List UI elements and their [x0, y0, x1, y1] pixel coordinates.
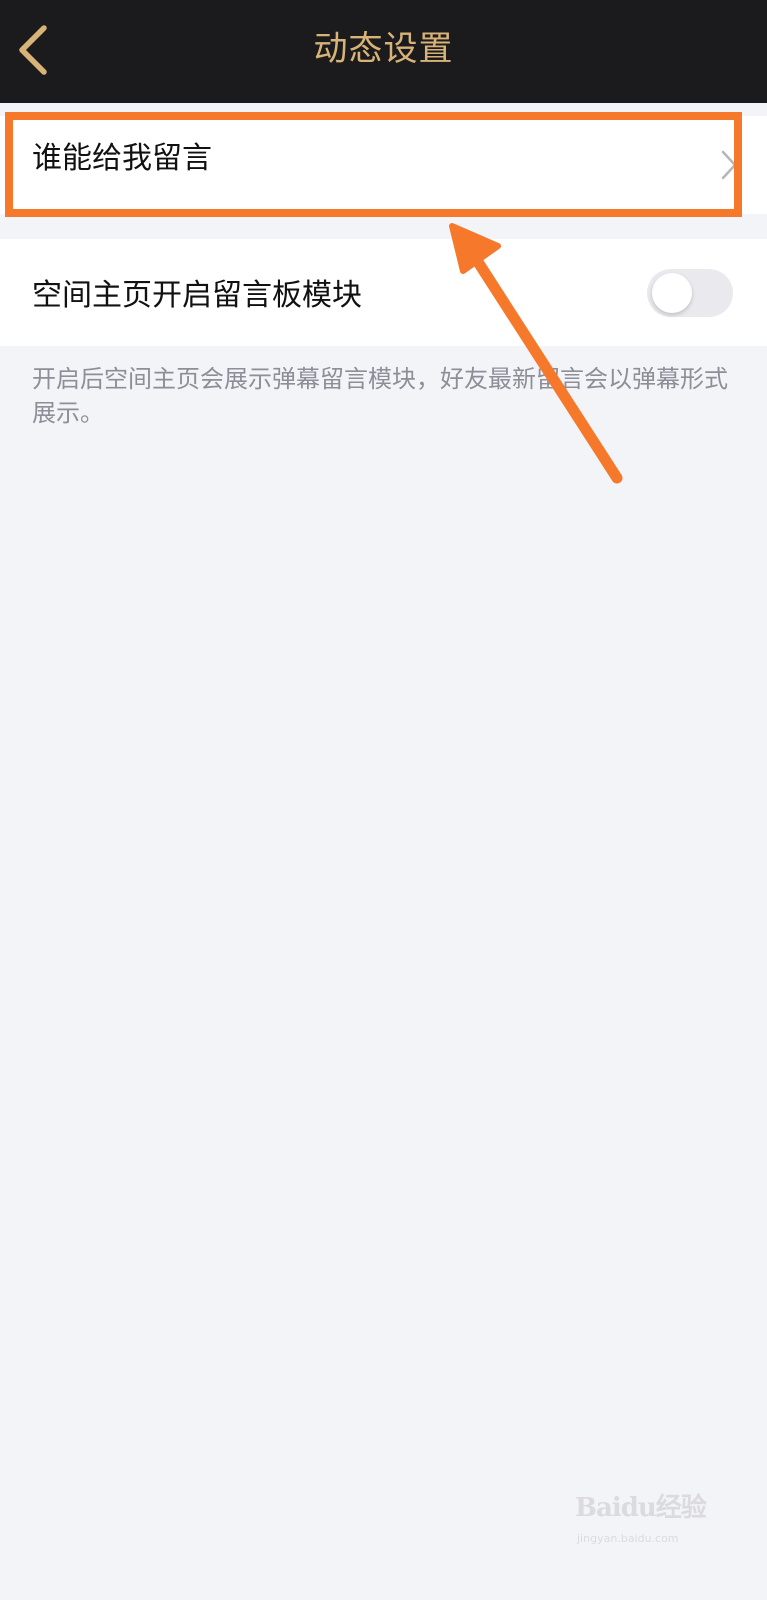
highlight-box: [5, 112, 742, 217]
message-board-description: 开启后空间主页会展示弹幕留言模块，好友最新留言会以弹幕形式展示。: [32, 365, 728, 427]
navigation-bar: 动态设置: [0, 0, 767, 103]
toggle-knob: [652, 273, 692, 313]
watermark-logo: Baidu经验: [575, 1493, 707, 1523]
message-board-toggle[interactable]: [647, 269, 733, 317]
message-board-module-label: 空间主页开启留言板模块: [32, 278, 362, 313]
watermark-url: jingyan.baidu.com: [577, 1532, 679, 1545]
baidu-jingyan-watermark: Baidu经验 jingyan.baidu.com: [575, 1488, 725, 1558]
page-title: 动态设置: [313, 29, 454, 69]
